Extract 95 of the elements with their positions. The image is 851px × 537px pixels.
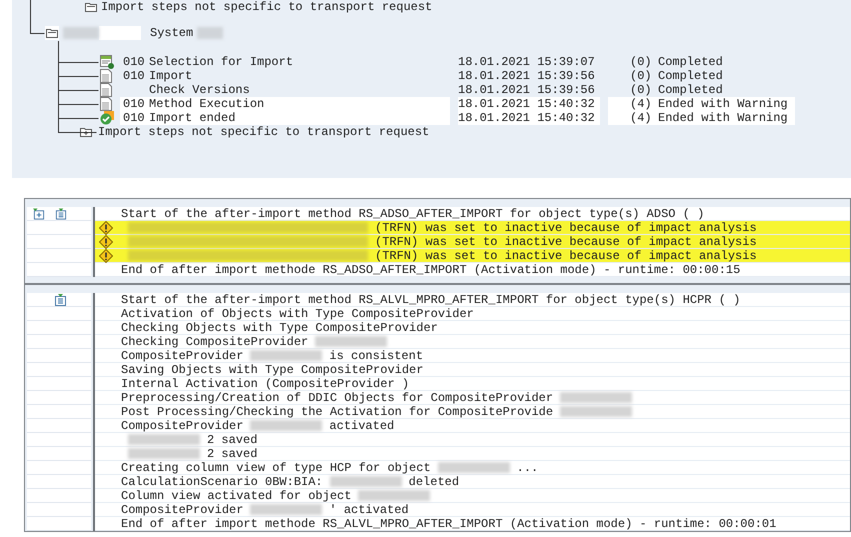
log-text: 2 saved bbox=[207, 432, 258, 446]
log-text: Internal Activation (CompositeProvider ) bbox=[121, 376, 410, 390]
document-icon bbox=[100, 97, 112, 111]
tree-node-label[interactable]: Import steps not specific to transport request bbox=[101, 0, 432, 14]
log-text: CompositeProvider bbox=[121, 348, 244, 362]
log-text: Start of the after-import method RS_ALVL_MPRO_AFTER_IMPORT for object type(s) HCPR ( ) bbox=[121, 292, 740, 306]
step-name[interactable]: Import bbox=[149, 69, 192, 83]
log-text: 2 saved bbox=[207, 446, 258, 460]
log-text: Start of the after-import method RS_ADSO_AFTER_IMPORT for object type(s) ADSO ( ) bbox=[121, 206, 704, 220]
blurred-redaction bbox=[197, 27, 224, 39]
log-text: Column view activated for object bbox=[121, 488, 352, 502]
step-status: Completed bbox=[658, 83, 723, 97]
tree-node-label[interactable]: Import steps not specific to transport request bbox=[98, 125, 430, 139]
log-text: End of after import methode RS_ADSO_AFTER_IMPORT (Activation mode) - runtime: 00:00:15 bbox=[121, 262, 740, 276]
collapse-all-icon[interactable] bbox=[55, 208, 67, 220]
row-header-cell bbox=[27, 433, 91, 447]
blurred-redaction bbox=[128, 448, 200, 459]
row-header-cell bbox=[27, 321, 91, 335]
blurred-redaction bbox=[128, 434, 200, 445]
step-number: 010 bbox=[123, 97, 145, 111]
row-header-cell bbox=[27, 249, 91, 263]
step-name[interactable]: Method Execution bbox=[149, 97, 264, 111]
row-header-cell bbox=[27, 391, 91, 405]
step-status: Completed bbox=[658, 69, 723, 83]
row-header-cell bbox=[27, 447, 91, 461]
log-text: CompositeProvider bbox=[121, 502, 244, 516]
return-code: (4) bbox=[630, 97, 653, 111]
row-header-cell bbox=[27, 419, 91, 433]
step-status: Completed bbox=[658, 55, 723, 69]
collapse-all-icon[interactable] bbox=[54, 294, 67, 306]
step-date: 18.01.2021 15:40:32 bbox=[458, 97, 600, 111]
folder-icon[interactable] bbox=[85, 2, 97, 12]
step-row[interactable]: 010 Selection for Import 18.01.2021 15:39:07 (0) Completed bbox=[12, 55, 851, 69]
log-text: (TRFN) was set to inactive because of impact analysis bbox=[375, 248, 757, 262]
log-text: Activation of Objects with Type CompositeProvider bbox=[121, 306, 474, 320]
document-icon bbox=[100, 69, 112, 83]
row-header-cell bbox=[27, 377, 91, 391]
step-name[interactable]: Selection for Import bbox=[149, 55, 294, 69]
row-header-cell bbox=[27, 335, 91, 349]
row-header-cell bbox=[27, 489, 91, 503]
step-number: 010 bbox=[123, 111, 145, 125]
row-header-cell bbox=[27, 349, 91, 363]
row-header-cell bbox=[27, 503, 91, 517]
step-date: 18.01.2021 15:39:56 bbox=[458, 69, 596, 83]
list-check-icon bbox=[100, 55, 114, 69]
log-text: Post Processing/Checking the Activation for CompositeProvide bbox=[121, 404, 554, 418]
step-status: Ended with Warning bbox=[658, 97, 788, 111]
return-code: (0) bbox=[630, 83, 653, 97]
check-icon bbox=[100, 111, 114, 125]
log-text: Saving Objects with Type CompositeProvider bbox=[121, 362, 424, 376]
warning-icon bbox=[99, 220, 113, 234]
log-text: End of after import methode RS_ALVL_MPRO_AFTER_IMPORT (Activation mode) - runtime: 00:00:01 bbox=[121, 516, 776, 530]
step-row[interactable]: 010 Method Execution 18.01.2021 15:40:32 (4) Ended with Warning bbox=[12, 97, 851, 111]
step-row[interactable]: Check Versions 18.01.2021 15:39:56 (0) Completed bbox=[12, 83, 851, 97]
log-text: Checking Objects with Type CompositeProvider bbox=[121, 320, 438, 334]
tree-connector-drawing bbox=[30, 0, 45, 34]
log-text: CalculationScenario 0BW:BIA: bbox=[121, 474, 323, 488]
step-number: 010 bbox=[123, 55, 145, 69]
folder-icon[interactable] bbox=[46, 28, 58, 38]
step-row[interactable]: 010 Import ended 18.01.2021 15:40:32 (4) Ended with Warning bbox=[12, 111, 851, 125]
log-text: Preprocessing/Creation of DDIC Objects for CompositeProvider bbox=[121, 390, 554, 404]
row-header-cell bbox=[27, 461, 91, 475]
step-status: Ended with Warning bbox=[658, 111, 788, 125]
step-date: 18.01.2021 15:39:56 bbox=[458, 83, 596, 97]
log-text: (TRFN) was set to inactive because of impact analysis bbox=[375, 220, 757, 234]
log-text: ' activated bbox=[329, 502, 409, 516]
name-field bbox=[99, 26, 141, 40]
log-text: CompositeProvider bbox=[121, 418, 244, 432]
log-text: Creating column view of type HCP for object bbox=[121, 460, 431, 474]
row-header-cell bbox=[27, 405, 91, 419]
return-code: (0) bbox=[630, 69, 653, 83]
step-date: 18.01.2021 15:39:07 bbox=[458, 55, 596, 69]
log-text: ... bbox=[516, 460, 538, 474]
log-text: Checking CompositeProvider bbox=[121, 334, 308, 348]
step-date: 18.01.2021 15:40:32 bbox=[458, 111, 600, 125]
log-text: deleted bbox=[408, 474, 460, 488]
row-header-cell bbox=[27, 363, 91, 377]
blurred-redaction bbox=[63, 27, 99, 39]
warning-icon bbox=[99, 234, 113, 248]
row-header-cell bbox=[27, 235, 91, 249]
step-number: 010 bbox=[123, 69, 145, 83]
log-text: (TRFN) was set to inactive because of impact analysis bbox=[375, 234, 757, 248]
row-header-cell bbox=[27, 475, 91, 489]
system-label: System bbox=[150, 26, 194, 40]
row-header-cell bbox=[27, 263, 91, 277]
return-code: (0) bbox=[630, 55, 653, 69]
step-name[interactable]: Import ended bbox=[149, 111, 236, 125]
expand-all-icon[interactable] bbox=[33, 208, 45, 220]
warning-icon bbox=[99, 248, 113, 262]
step-name[interactable]: Check Versions bbox=[149, 83, 250, 97]
log-text: activated bbox=[329, 418, 394, 432]
log-text: is consistent bbox=[329, 348, 424, 362]
document-icon bbox=[100, 83, 112, 97]
step-row[interactable]: 010 Import 18.01.2021 15:39:56 (0) Completed bbox=[12, 69, 851, 83]
return-code: (4) bbox=[630, 111, 653, 125]
